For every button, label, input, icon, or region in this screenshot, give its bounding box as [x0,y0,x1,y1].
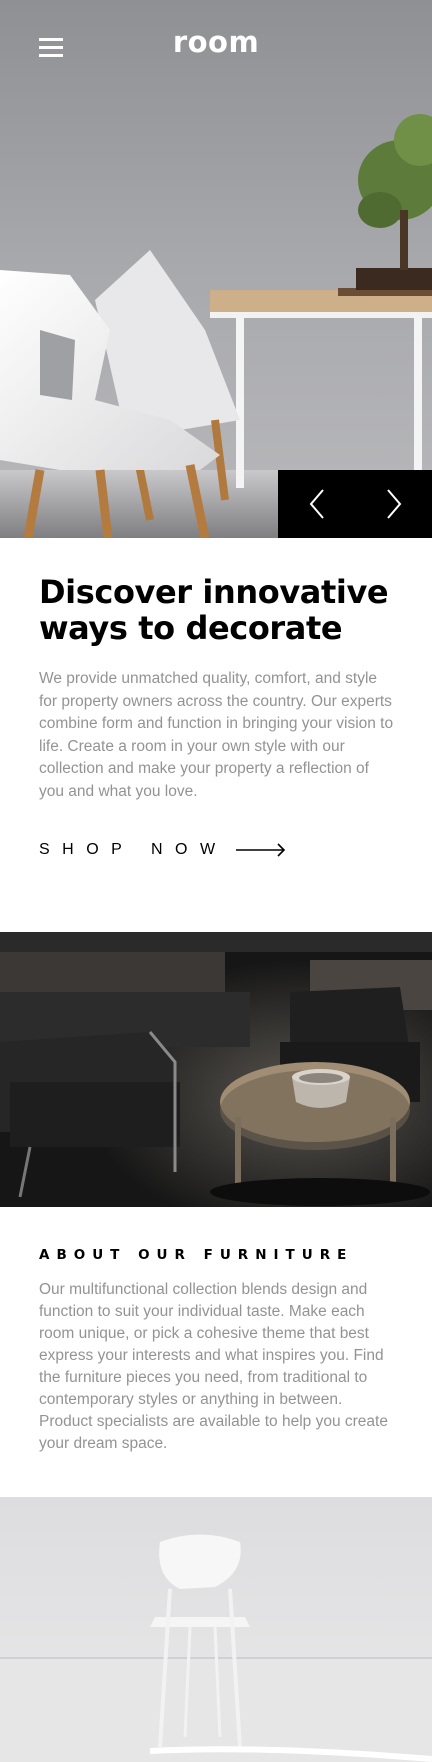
about-section: ABOUT OUR FURNITURE Our multifunctional … [0,1207,432,1497]
chevron-right-icon [386,489,401,519]
about-description: Our multifunctional collection blends de… [39,1281,388,1452]
white-chair-photo [0,1497,432,1762]
about-heading: ABOUT OUR FURNITURE [39,1247,354,1263]
slider-next-button[interactable] [355,470,432,538]
chevron-left-icon [309,489,324,519]
intro-description: We provide unmatched quality, comfort, a… [39,670,394,800]
light-furniture-image [0,1497,432,1762]
hero-section: room [0,0,432,538]
slider-controls [278,470,432,538]
dark-furniture-photo [0,932,432,1207]
shop-now-label: SHOP NOW [39,841,228,858]
dark-furniture-image [0,932,432,1207]
site-header: room [0,0,432,96]
slider-prev-button[interactable] [278,470,355,538]
arrow-right-icon [235,843,285,857]
site-logo[interactable]: room [0,25,432,59]
intro-title: Discover innovative ways to decorate [39,573,389,647]
shop-now-link[interactable]: SHOP NOW [39,841,286,859]
intro-section: Discover innovative ways to decorate We … [0,538,432,932]
